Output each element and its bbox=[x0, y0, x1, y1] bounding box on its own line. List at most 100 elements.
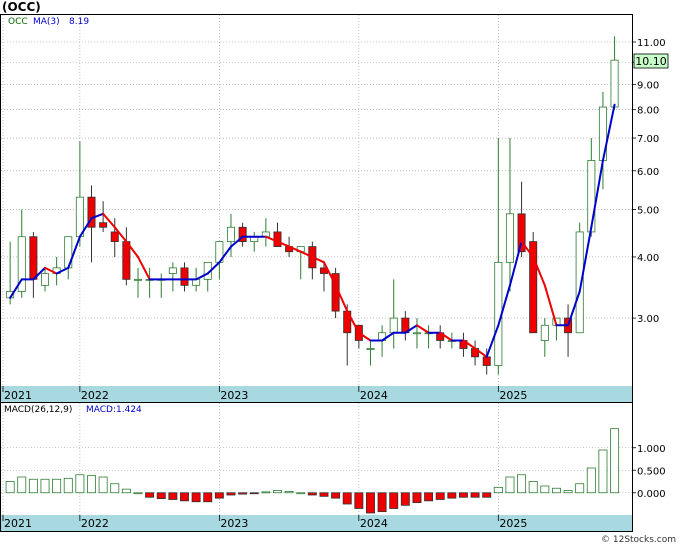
macd-bar-negative bbox=[470, 492, 480, 498]
candle-body bbox=[41, 273, 50, 286]
macd-bar-negative bbox=[389, 492, 399, 509]
macd-bar-negative bbox=[191, 492, 201, 503]
candle-body bbox=[540, 324, 549, 341]
candle-body bbox=[226, 226, 235, 242]
macd-bar-negative bbox=[342, 492, 352, 505]
candle-body bbox=[133, 278, 142, 281]
macd-bar-positive bbox=[40, 478, 50, 494]
price-x-tick-label: 2022 bbox=[81, 389, 109, 402]
macd-bar-positive bbox=[517, 474, 527, 494]
macd-bar-positive bbox=[505, 476, 515, 494]
macd-x-tick-label: 2022 bbox=[81, 517, 109, 530]
candle-body bbox=[610, 59, 619, 108]
macd-bar-positive bbox=[296, 492, 306, 495]
candle-body bbox=[366, 348, 375, 350]
macd-bar-positive bbox=[528, 481, 538, 494]
macd-bar-positive bbox=[551, 487, 561, 494]
watermark: © 12Stocks.com bbox=[601, 535, 676, 545]
macd-bar-negative bbox=[458, 492, 468, 498]
legend-ma-value: 8.19 bbox=[69, 17, 89, 27]
macd-bar-positive bbox=[540, 485, 550, 494]
macd-bar-positive bbox=[586, 467, 596, 494]
macd-bar-positive bbox=[98, 476, 108, 494]
macd-bar-negative bbox=[435, 492, 445, 500]
macd-legend-label: MACD(26,12,9) bbox=[4, 405, 72, 415]
candle-body bbox=[587, 160, 596, 233]
candle-body bbox=[180, 267, 189, 286]
macd-bar-positive bbox=[75, 474, 85, 494]
candle-body bbox=[412, 332, 421, 335]
candle-body bbox=[273, 231, 282, 247]
macd-bar-positive bbox=[121, 488, 131, 494]
macd-bar-negative bbox=[366, 492, 375, 514]
macd-bar-positive bbox=[52, 478, 62, 494]
macd-bar-positive bbox=[87, 475, 96, 494]
macd-y-tick-label: 0.500 bbox=[637, 466, 666, 477]
price-y-tick-label: 4.00 bbox=[637, 253, 659, 264]
chart-title: (OCC) bbox=[2, 0, 41, 14]
macd-bar-negative bbox=[400, 492, 410, 506]
price-y-tick-label: 7.00 bbox=[637, 134, 659, 145]
macd-bar-positive bbox=[133, 492, 143, 495]
candle-body bbox=[29, 236, 38, 280]
price-y-tick-label: 8.00 bbox=[637, 106, 659, 117]
macd-bar-negative bbox=[447, 492, 457, 499]
macd-bar-negative bbox=[180, 492, 189, 502]
legend-symbol: OCC bbox=[8, 17, 28, 27]
macd-y-axis: 0.000 0.500 1.000 bbox=[632, 444, 666, 500]
macd-bar-positive bbox=[17, 476, 27, 494]
macd-bar-positive bbox=[273, 490, 282, 494]
stock-chart: 2021 2022 2023 2024 2025 3.00 4.00 5.00 6.00 7.0… bbox=[0, 0, 680, 546]
macd-bar-negative bbox=[214, 492, 224, 499]
candle-down bbox=[529, 231, 538, 334]
legend-ma-label: MA(3) bbox=[33, 17, 60, 27]
price-y-tick-label: 3.00 bbox=[637, 314, 659, 325]
macd-bar-positive bbox=[563, 490, 573, 494]
macd-bar-negative bbox=[249, 492, 259, 495]
candle-body bbox=[122, 241, 131, 280]
candle-body bbox=[99, 222, 108, 228]
macd-x-tick-label: 2025 bbox=[499, 517, 527, 530]
macd-bar-positive bbox=[5, 481, 15, 494]
price-y-tick-label: 6.00 bbox=[637, 167, 659, 178]
price-y-tick-label: 5.00 bbox=[637, 206, 659, 217]
candle-body bbox=[168, 267, 177, 274]
macd-bar-negative bbox=[331, 492, 341, 499]
macd-y-tick-label: 1.000 bbox=[637, 444, 666, 455]
macd-bar-negative bbox=[168, 492, 178, 500]
macd-legend-value: MACD:1.424 bbox=[86, 405, 142, 415]
macd-bar-positive bbox=[284, 490, 294, 494]
price-y-tick-label: 11.00 bbox=[637, 38, 666, 49]
macd-bar-positive bbox=[493, 486, 503, 494]
last-price-label: 10.10 bbox=[635, 55, 667, 68]
macd-x-tick-label: 2023 bbox=[220, 517, 248, 530]
macd-bar-negative bbox=[203, 492, 213, 503]
price-y-tick-label: 9.00 bbox=[637, 81, 659, 92]
macd-bar-negative bbox=[482, 492, 492, 498]
macd-bar-positive bbox=[610, 428, 620, 494]
candle-body bbox=[75, 196, 84, 238]
macd-bar-negative bbox=[354, 492, 364, 509]
macd-bar-positive bbox=[261, 491, 271, 494]
macd-bar-negative bbox=[412, 492, 422, 504]
macd-bar-positive bbox=[63, 477, 73, 494]
macd-x-tick-label: 2024 bbox=[360, 517, 388, 530]
macd-bar-positive bbox=[28, 478, 38, 494]
price-x-tick-label: 2021 bbox=[4, 389, 32, 402]
macd-bar-negative bbox=[319, 492, 329, 497]
last-price-badge: 10.10 bbox=[633, 53, 669, 69]
macd-bar-negative bbox=[424, 492, 434, 502]
price-x-tick-label: 2025 bbox=[499, 389, 527, 402]
macd-bar-negative bbox=[238, 492, 248, 495]
macd-bar-negative bbox=[156, 492, 166, 499]
candle-body bbox=[505, 213, 514, 263]
macd-bar-positive bbox=[598, 449, 608, 494]
macd-y-tick-label: 0.000 bbox=[637, 489, 666, 500]
macd-bar-negative bbox=[145, 492, 155, 498]
price-x-tick-label: 2023 bbox=[220, 389, 248, 402]
macd-bar-negative bbox=[377, 492, 387, 513]
macd-bar-positive bbox=[575, 483, 585, 494]
macd-x-tick-label: 2021 bbox=[4, 517, 32, 530]
macd-bar-negative bbox=[226, 492, 236, 496]
candle-body bbox=[389, 317, 398, 334]
